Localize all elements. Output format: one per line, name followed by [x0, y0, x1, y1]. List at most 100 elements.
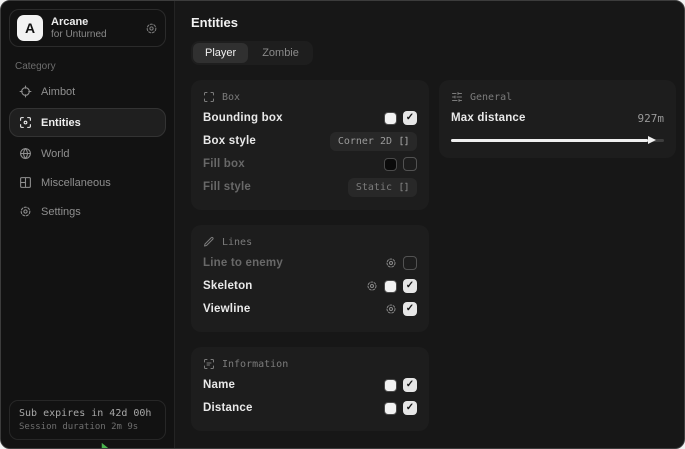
color-swatch[interactable] — [384, 280, 397, 293]
header-gear-button[interactable] — [145, 22, 158, 35]
sub-expiry-text: Sub expires in 42d 00h — [19, 408, 156, 419]
max-distance-value: 927m — [638, 112, 665, 125]
distance-checkbox[interactable] — [403, 401, 417, 415]
row-label: Viewline — [203, 303, 250, 315]
tab-player[interactable]: Player — [193, 43, 248, 63]
slider-fill — [451, 139, 648, 142]
scan-icon — [203, 91, 215, 103]
row-line-to-enemy: Line to enemy — [203, 252, 417, 274]
row-box-style: Box style Corner 2D — [203, 130, 417, 152]
color-swatch[interactable] — [384, 158, 397, 171]
section-title: Information — [222, 359, 288, 370]
color-swatch[interactable] — [384, 379, 397, 392]
row-label: Max distance — [451, 112, 526, 124]
sliders-icon — [451, 91, 463, 103]
session-duration-text: Session duration 2m 9s — [19, 422, 156, 432]
general-section: General Max distance 927m — [439, 80, 676, 158]
gear-icon — [19, 205, 32, 218]
lines-section-header: Lines — [203, 235, 417, 249]
row-fill-box: Fill box — [203, 153, 417, 175]
row-label: Line to enemy — [203, 257, 283, 269]
bounding-box-checkbox[interactable] — [403, 111, 417, 125]
section-title: Lines — [222, 237, 252, 248]
sidebar-spacer — [9, 226, 166, 400]
sidebar-item-miscellaneous[interactable]: Miscellaneous — [9, 168, 166, 197]
name-checkbox[interactable] — [403, 378, 417, 392]
information-section: Information Name Distance — [191, 347, 429, 431]
general-section-header: General — [451, 90, 664, 104]
sidebar-nav: Aimbot Entities World — [9, 77, 166, 226]
box-section-header: Box — [203, 90, 417, 104]
gear-icon — [385, 303, 397, 315]
row-viewline: Viewline — [203, 298, 417, 320]
tab-bar: Player Zombie — [191, 41, 313, 65]
line-to-enemy-settings-button[interactable] — [385, 257, 397, 269]
right-column: General Max distance 927m — [439, 80, 676, 158]
sidebar-item-aimbot[interactable]: Aimbot — [9, 77, 166, 106]
sidebar-item-label: Settings — [41, 206, 81, 218]
row-label: Box style — [203, 135, 256, 147]
scan-icon — [19, 116, 32, 129]
app-logo: A — [17, 15, 43, 41]
row-label: Distance — [203, 402, 253, 414]
lines-section: Lines Line to enemy — [191, 225, 429, 332]
pencil-line-icon — [203, 236, 215, 248]
box-section: Box Bounding box Box style Corner 2D — [191, 80, 429, 210]
sidebar-item-settings[interactable]: Settings — [9, 197, 166, 226]
app-meta: Arcane for Unturned — [51, 16, 107, 40]
brackets-icon — [399, 182, 409, 192]
max-distance-slider[interactable] — [451, 134, 664, 146]
scan-text-icon — [203, 358, 215, 370]
row-skeleton: Skeleton — [203, 275, 417, 297]
section-title: General — [470, 92, 512, 103]
sidebar-item-label: Miscellaneous — [41, 177, 111, 189]
gear-icon — [145, 22, 158, 35]
information-section-header: Information — [203, 357, 417, 371]
sidebar-item-label: World — [41, 148, 70, 160]
app-logo-letter: A — [25, 20, 35, 36]
box-style-dropdown[interactable]: Corner 2D — [330, 132, 417, 151]
category-label: Category — [15, 61, 160, 72]
panels-icon — [19, 176, 32, 189]
gear-icon — [366, 280, 378, 292]
settings-columns: Box Bounding box Box style Corner 2D — [191, 80, 676, 431]
fill-style-dropdown[interactable]: Static — [348, 178, 417, 197]
page-title: Entities — [191, 15, 676, 30]
sidebar: A Arcane for Unturned Category Aimbo — [1, 1, 175, 448]
slider-thumb[interactable] — [648, 136, 656, 144]
row-label: Fill box — [203, 158, 245, 170]
tab-zombie[interactable]: Zombie — [250, 43, 311, 63]
viewline-checkbox[interactable] — [403, 302, 417, 316]
section-title: Box — [222, 92, 240, 103]
viewline-settings-button[interactable] — [385, 303, 397, 315]
mouse-cursor — [100, 442, 114, 449]
row-name: Name — [203, 374, 417, 396]
gear-icon — [385, 257, 397, 269]
row-max-distance: Max distance 927m — [451, 107, 664, 129]
color-swatch[interactable] — [384, 112, 397, 125]
brackets-icon — [399, 136, 409, 146]
line-to-enemy-checkbox[interactable] — [403, 256, 417, 270]
sidebar-item-world[interactable]: World — [9, 139, 166, 168]
crosshair-icon — [19, 85, 32, 98]
row-label: Fill style — [203, 181, 251, 193]
app-subtitle: for Unturned — [51, 29, 107, 40]
skeleton-checkbox[interactable] — [403, 279, 417, 293]
row-label: Name — [203, 379, 235, 391]
color-swatch[interactable] — [384, 402, 397, 415]
app-window: A Arcane for Unturned Category Aimbo — [0, 0, 685, 449]
row-label: Bounding box — [203, 112, 283, 124]
row-fill-style: Fill style Static — [203, 176, 417, 198]
sidebar-item-label: Entities — [41, 117, 81, 129]
app-name: Arcane — [51, 16, 107, 28]
dropdown-value: Corner 2D — [338, 136, 392, 147]
sidebar-item-label: Aimbot — [41, 86, 75, 98]
sidebar-item-entities[interactable]: Entities — [9, 108, 166, 137]
row-distance: Distance — [203, 397, 417, 419]
left-column: Box Bounding box Box style Corner 2D — [191, 80, 429, 431]
fill-box-checkbox[interactable] — [403, 157, 417, 171]
app-header-card: A Arcane for Unturned — [9, 9, 166, 47]
row-bounding-box: Bounding box — [203, 107, 417, 129]
skeleton-settings-button[interactable] — [366, 280, 378, 292]
subscription-card: Sub expires in 42d 00h Session duration … — [9, 400, 166, 440]
